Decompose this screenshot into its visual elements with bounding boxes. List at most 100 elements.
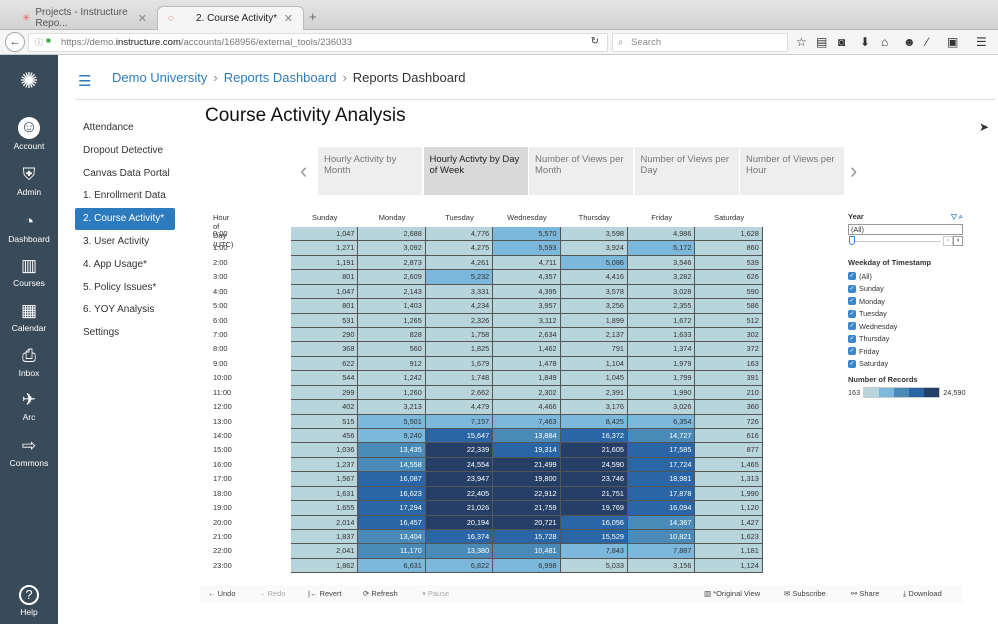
- heatmap-cell[interactable]: 6,822: [425, 558, 494, 574]
- weekday-checkbox[interactable]: ✓ Thursday: [848, 333, 963, 346]
- heatmap-cell[interactable]: 3,092: [358, 241, 426, 256]
- heatmap-cell[interactable]: 22,912: [493, 486, 561, 502]
- heatmap-cell[interactable]: 16,374: [425, 530, 494, 545]
- heatmap-cell[interactable]: 1,237: [291, 457, 359, 473]
- weekday-checkbox[interactable]: ✓ Tuesday: [848, 308, 963, 321]
- heatmap-cell[interactable]: 13,404: [358, 530, 426, 545]
- heatmap-cell[interactable]: 19,769: [560, 501, 628, 516]
- heatmap-cell[interactable]: 368: [291, 342, 359, 357]
- nav-help[interactable]: ? Help: [0, 585, 58, 617]
- heatmap-cell[interactable]: 1,047: [291, 284, 359, 300]
- heatmap-cell[interactable]: 4,776: [425, 227, 494, 242]
- heatmap-cell[interactable]: 1,403: [358, 299, 426, 314]
- heatmap-cell[interactable]: 5,172: [628, 241, 696, 256]
- heatmap-cell[interactable]: 801: [291, 270, 359, 285]
- home-icon[interactable]: ⌂: [881, 35, 888, 49]
- heatmap-cell[interactable]: 3,598: [560, 227, 628, 242]
- heatmap-cell[interactable]: 1,313: [695, 472, 763, 487]
- heatmap-cell[interactable]: 402: [291, 400, 359, 415]
- heatmap-cell[interactable]: 1,672: [628, 313, 696, 328]
- heatmap-cell[interactable]: 3,026: [628, 400, 696, 415]
- heatmap-cell[interactable]: 2,662: [425, 385, 494, 401]
- year-slider[interactable]: ‹ ›: [848, 236, 963, 248]
- heatmap-cell[interactable]: 4,357: [493, 270, 561, 285]
- heatmap-cell[interactable]: 16,094: [628, 501, 696, 516]
- heatmap-cell[interactable]: 163: [695, 356, 763, 372]
- heatmap-cell[interactable]: 210: [695, 385, 763, 401]
- heatmap-cell[interactable]: 14,727: [628, 429, 696, 444]
- back-button[interactable]: ←: [5, 32, 25, 52]
- weekday-checkbox[interactable]: ✓ Sunday: [848, 283, 963, 296]
- menu-icon[interactable]: ☰: [976, 35, 987, 49]
- view-tab[interactable]: Hourly Activity by Month: [318, 147, 422, 195]
- breadcrumb-link[interactable]: Demo University: [112, 70, 207, 85]
- heatmap-cell[interactable]: 1,990: [628, 385, 696, 401]
- course-menu-item[interactable]: Attendance: [75, 117, 175, 139]
- heatmap-cell[interactable]: 1,631: [291, 486, 359, 502]
- heatmap-cell[interactable]: 13,380: [425, 544, 494, 559]
- heatmap-cell[interactable]: 14,558: [358, 457, 426, 473]
- heatmap-cell[interactable]: 360: [695, 400, 763, 415]
- heatmap-cell[interactable]: 1,628: [695, 227, 763, 242]
- heatmap-cell[interactable]: 2,302: [493, 385, 561, 401]
- heatmap-cell[interactable]: 791: [560, 342, 628, 357]
- reload-icon[interactable]: ↻: [591, 36, 599, 47]
- heatmap-cell[interactable]: 616: [695, 429, 763, 444]
- eyedropper-icon[interactable]: ⁄: [926, 35, 928, 49]
- heatmap-cell[interactable]: 1,799: [628, 371, 696, 386]
- heatmap-cell[interactable]: 1,679: [425, 356, 494, 372]
- checkbox-checked-icon[interactable]: ✓: [848, 322, 856, 331]
- heatmap-cell[interactable]: 10,821: [628, 530, 696, 545]
- heatmap-cell[interactable]: 3,213: [358, 400, 426, 415]
- heatmap-cell[interactable]: 1,045: [560, 371, 628, 386]
- heatmap-cell[interactable]: 2,609: [358, 270, 426, 285]
- hamburger-menu-icon[interactable]: ☰: [78, 72, 91, 90]
- heatmap-cell[interactable]: 626: [695, 270, 763, 285]
- heatmap-cell[interactable]: 1,849: [493, 371, 561, 386]
- heatmap-cell[interactable]: 3,112: [493, 313, 561, 328]
- heatmap-cell[interactable]: 3,028: [628, 284, 696, 300]
- course-menu-item[interactable]: 1. Enrollment Data: [75, 185, 175, 207]
- heatmap-cell[interactable]: 4,234: [425, 299, 494, 314]
- heatmap-cell[interactable]: 16,623: [358, 486, 426, 502]
- emoji-icon[interactable]: ☻: [903, 35, 916, 49]
- heatmap-cell[interactable]: 9,240: [358, 429, 426, 444]
- heatmap-cell[interactable]: 860: [695, 241, 763, 256]
- heatmap-cell[interactable]: 828: [358, 328, 426, 343]
- heatmap-cell[interactable]: 1,265: [358, 313, 426, 328]
- course-menu-item[interactable]: 3. User Activity: [75, 231, 175, 253]
- heatmap-cell[interactable]: 17,724: [628, 457, 696, 473]
- heatmap-cell[interactable]: 1,655: [291, 501, 359, 516]
- heatmap-cell[interactable]: 1,181: [695, 544, 763, 559]
- heatmap-cell[interactable]: 4,416: [560, 270, 628, 285]
- heatmap-cell[interactable]: 20,194: [425, 515, 494, 531]
- heatmap-cell[interactable]: 1,047: [291, 227, 359, 242]
- weekday-checkbox[interactable]: ✓ Friday: [848, 345, 963, 358]
- heatmap-cell[interactable]: 1,899: [560, 313, 628, 328]
- heatmap-cell[interactable]: 1,825: [425, 342, 494, 357]
- bookmark-star-icon[interactable]: ☆: [796, 35, 807, 49]
- heatmap-cell[interactable]: 2,326: [425, 313, 494, 328]
- heatmap-cell[interactable]: 586: [695, 299, 763, 314]
- heatmap-cell[interactable]: 15,529: [560, 530, 628, 545]
- browser-tab-active[interactable]: ◌ 2. Course Activity* ✕: [157, 6, 304, 30]
- heatmap-cell[interactable]: 3,256: [560, 299, 628, 314]
- url-bar[interactable]: https://demo.instructure.com/accounts/16…: [28, 33, 608, 52]
- heatmap-cell[interactable]: 5,570: [493, 227, 561, 242]
- heatmap-cell[interactable]: 21,759: [493, 501, 561, 516]
- heatmap-cell[interactable]: 372: [695, 342, 763, 357]
- heatmap-cell[interactable]: 560: [358, 342, 426, 357]
- checkbox-checked-icon[interactable]: ✓: [848, 359, 856, 368]
- chevron-left-icon[interactable]: ‹: [300, 158, 307, 184]
- heatmap-cell[interactable]: 1,191: [291, 255, 359, 271]
- heatmap-cell[interactable]: 2,014: [291, 515, 359, 531]
- heatmap-cell[interactable]: 5,232: [425, 270, 494, 285]
- redo-button[interactable]: → Redo: [258, 589, 286, 598]
- heatmap-cell[interactable]: 3,957: [493, 299, 561, 314]
- heatmap-cell[interactable]: 17,878: [628, 486, 696, 502]
- heatmap-cell[interactable]: 4,479: [425, 400, 494, 415]
- pause-button[interactable]: ⏸ Pause: [422, 589, 449, 599]
- heatmap-cell[interactable]: 2,143: [358, 284, 426, 300]
- heatmap-cell[interactable]: 539: [695, 255, 763, 271]
- heatmap-cell[interactable]: 1,242: [358, 371, 426, 386]
